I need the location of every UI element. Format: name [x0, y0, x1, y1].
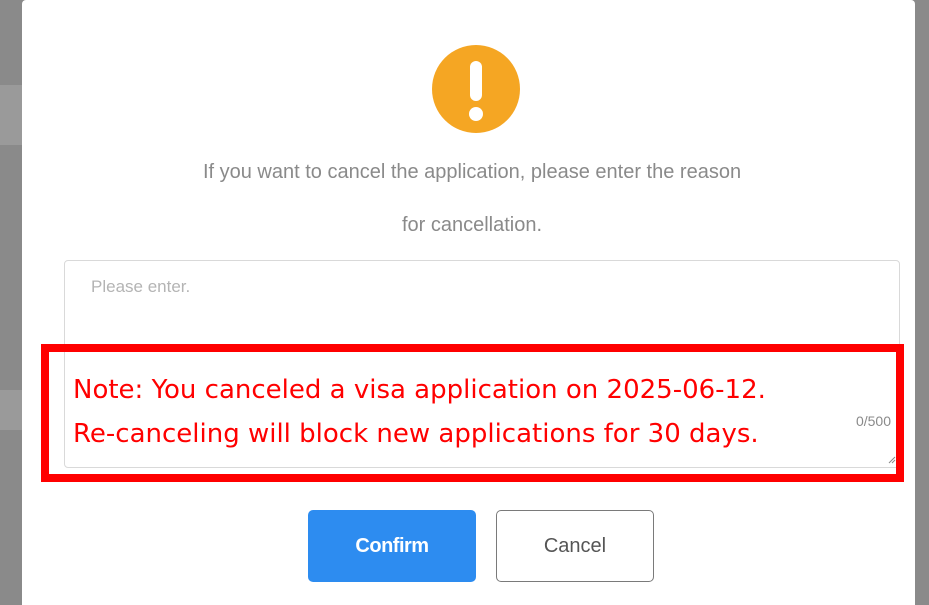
reason-input[interactable]: [65, 261, 899, 467]
character-counter: 0/500: [855, 413, 891, 429]
dialog-message: If you want to cancel the application, p…: [62, 146, 882, 252]
warning-icon-dot: [469, 107, 483, 121]
backdrop-strip: [0, 85, 22, 145]
confirm-button[interactable]: Confirm: [308, 510, 476, 582]
cancel-button[interactable]: Cancel: [496, 510, 654, 582]
dialog-message-line2: for cancellation.: [401, 214, 543, 236]
warning-icon-bar: [470, 61, 482, 101]
warning-icon: [432, 45, 520, 133]
backdrop-strip: [0, 390, 22, 430]
dialog-message-line1: If you want to cancel the application, p…: [202, 161, 742, 183]
cancel-application-dialog: If you want to cancel the application, p…: [22, 0, 915, 605]
resize-handle-icon[interactable]: [888, 456, 896, 464]
reason-input-wrapper: 0/500: [64, 260, 900, 468]
